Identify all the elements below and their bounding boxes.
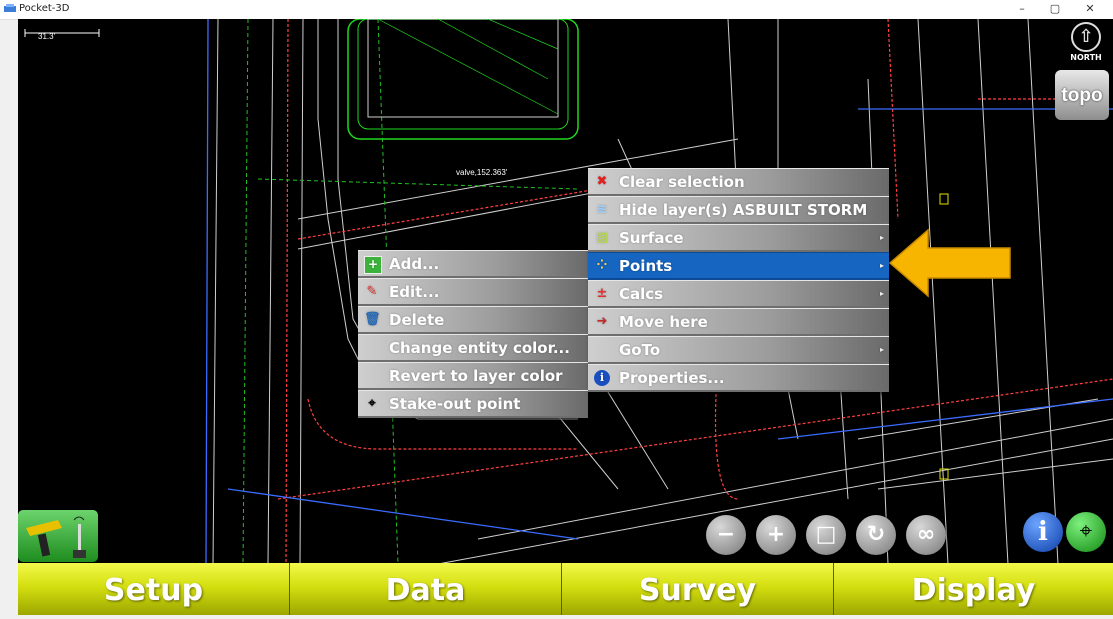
minus-icon: − <box>716 522 736 547</box>
submenu-arrow-icon: ▸ <box>879 233 884 242</box>
submenu-item-change-color[interactable]: Change entity color... <box>358 334 588 362</box>
submenu-arrow-icon: ▸ <box>879 261 884 270</box>
menu-item-surface[interactable]: ▧ Surface ▸ <box>588 224 889 252</box>
rover-icon <box>26 516 86 558</box>
menu-item-label: Calcs <box>619 285 664 303</box>
info-icon: i <box>1038 517 1048 547</box>
crosshair-button[interactable]: ⌖ <box>1066 512 1106 552</box>
pencil-icon: ✎ <box>366 284 378 299</box>
zoom-in-button[interactable]: + <box>756 515 796 555</box>
menu-item-label: Move here <box>619 313 708 331</box>
submenu-item-label: Revert to layer color <box>389 367 563 385</box>
context-menu: ✖ Clear selection ≋ Hide layer(s) ASBUIL… <box>588 168 889 392</box>
info-icon: i <box>594 370 610 386</box>
menu-item-move-here[interactable]: ➜ Move here <box>588 308 889 336</box>
window-title: Pocket-3D <box>19 3 70 14</box>
rotate-button[interactable]: ↻ <box>856 515 896 555</box>
submenu-item-stake-out[interactable]: ⌖ Stake-out point <box>358 390 588 418</box>
menu-item-clear-selection[interactable]: ✖ Clear selection <box>588 168 889 196</box>
minimize-button[interactable]: – <box>1012 1 1032 17</box>
tab-display[interactable]: Display <box>834 563 1113 615</box>
menu-item-points[interactable]: ⁘ Points ▸ <box>588 252 889 280</box>
submenu-item-label: Delete <box>389 311 445 329</box>
submenu-arrow-icon: ▸ <box>879 345 884 354</box>
menu-item-calcs[interactable]: ± Calcs ▸ <box>588 280 889 308</box>
menu-item-hide-layer[interactable]: ≋ Hide layer(s) ASBUILT STORM <box>588 196 889 224</box>
square-icon: □ <box>815 522 837 547</box>
menu-item-label: GoTo <box>619 341 661 359</box>
scale-bar <box>24 29 100 37</box>
pointer-arrow-icon <box>888 228 1011 298</box>
info-button[interactable]: i <box>1023 512 1063 552</box>
close-button[interactable]: ✕ <box>1080 1 1100 17</box>
menu-item-label: Properties... <box>619 369 725 387</box>
zoom-out-button[interactable]: − <box>706 515 746 555</box>
app-icon <box>4 4 16 12</box>
tab-data[interactable]: Data <box>290 563 562 615</box>
menu-item-label: Surface <box>619 229 684 247</box>
calcs-icon: ± <box>596 286 608 301</box>
title-bar: Pocket-3D – ▢ ✕ <box>0 0 1113 20</box>
submenu-item-label: Edit... <box>389 283 440 301</box>
submenu-item-revert-color[interactable]: Revert to layer color <box>358 362 588 390</box>
north-arrow[interactable]: ⇧ NORTH <box>1068 22 1104 66</box>
submenu-item-delete[interactable]: 🗑 Delete <box>358 306 588 334</box>
points-icon: ⁘ <box>596 258 608 273</box>
north-label: NORTH <box>1070 53 1102 62</box>
trash-icon: 🗑 <box>364 312 381 327</box>
gps-status-button[interactable] <box>18 510 98 562</box>
maximize-button[interactable]: ▢ <box>1045 1 1065 17</box>
plus-icon: + <box>766 522 786 547</box>
hide-layer-icon: ≋ <box>596 202 608 217</box>
submenu-item-label: Add... <box>389 255 440 273</box>
crosshair-icon: ⌖ <box>368 396 376 411</box>
add-icon: + <box>364 256 382 274</box>
topo-button[interactable]: topo <box>1055 70 1109 120</box>
menu-item-properties[interactable]: i Properties... <box>588 364 889 392</box>
menu-item-label: Points <box>619 257 673 275</box>
menu-item-label: Clear selection <box>619 173 745 191</box>
point-label: valve,152.363' <box>456 168 508 177</box>
infinity-icon: ∞ <box>916 522 936 547</box>
submenu-item-label: Change entity color... <box>389 339 570 357</box>
move-here-icon: ➜ <box>596 314 608 329</box>
submenu-item-add[interactable]: + Add... <box>358 250 588 278</box>
north-arrow-icon: ⇧ <box>1071 22 1101 52</box>
submenu-arrow-icon: ▸ <box>879 289 884 298</box>
clear-selection-icon: ✖ <box>596 174 608 189</box>
zoom-extents-button[interactable]: □ <box>806 515 846 555</box>
scale-label: 31.3' <box>38 32 56 41</box>
tab-setup[interactable]: Setup <box>18 563 290 615</box>
surface-icon: ▧ <box>595 230 609 245</box>
crosshair-icon: ⌖ <box>1079 519 1093 544</box>
points-submenu: + Add... ✎ Edit... 🗑 Delete Change entit… <box>358 250 588 418</box>
submenu-item-label: Stake-out point <box>389 395 521 413</box>
zoom-all-button[interactable]: ∞ <box>906 515 946 555</box>
menu-item-goto[interactable]: GoTo ▸ <box>588 336 889 364</box>
menu-item-label: Hide layer(s) ASBUILT STORM <box>619 201 868 219</box>
bottom-tab-bar: Setup Data Survey Display <box>18 563 1113 615</box>
tab-survey[interactable]: Survey <box>562 563 834 615</box>
rotate-icon: ↻ <box>866 522 886 547</box>
submenu-item-edit[interactable]: ✎ Edit... <box>358 278 588 306</box>
